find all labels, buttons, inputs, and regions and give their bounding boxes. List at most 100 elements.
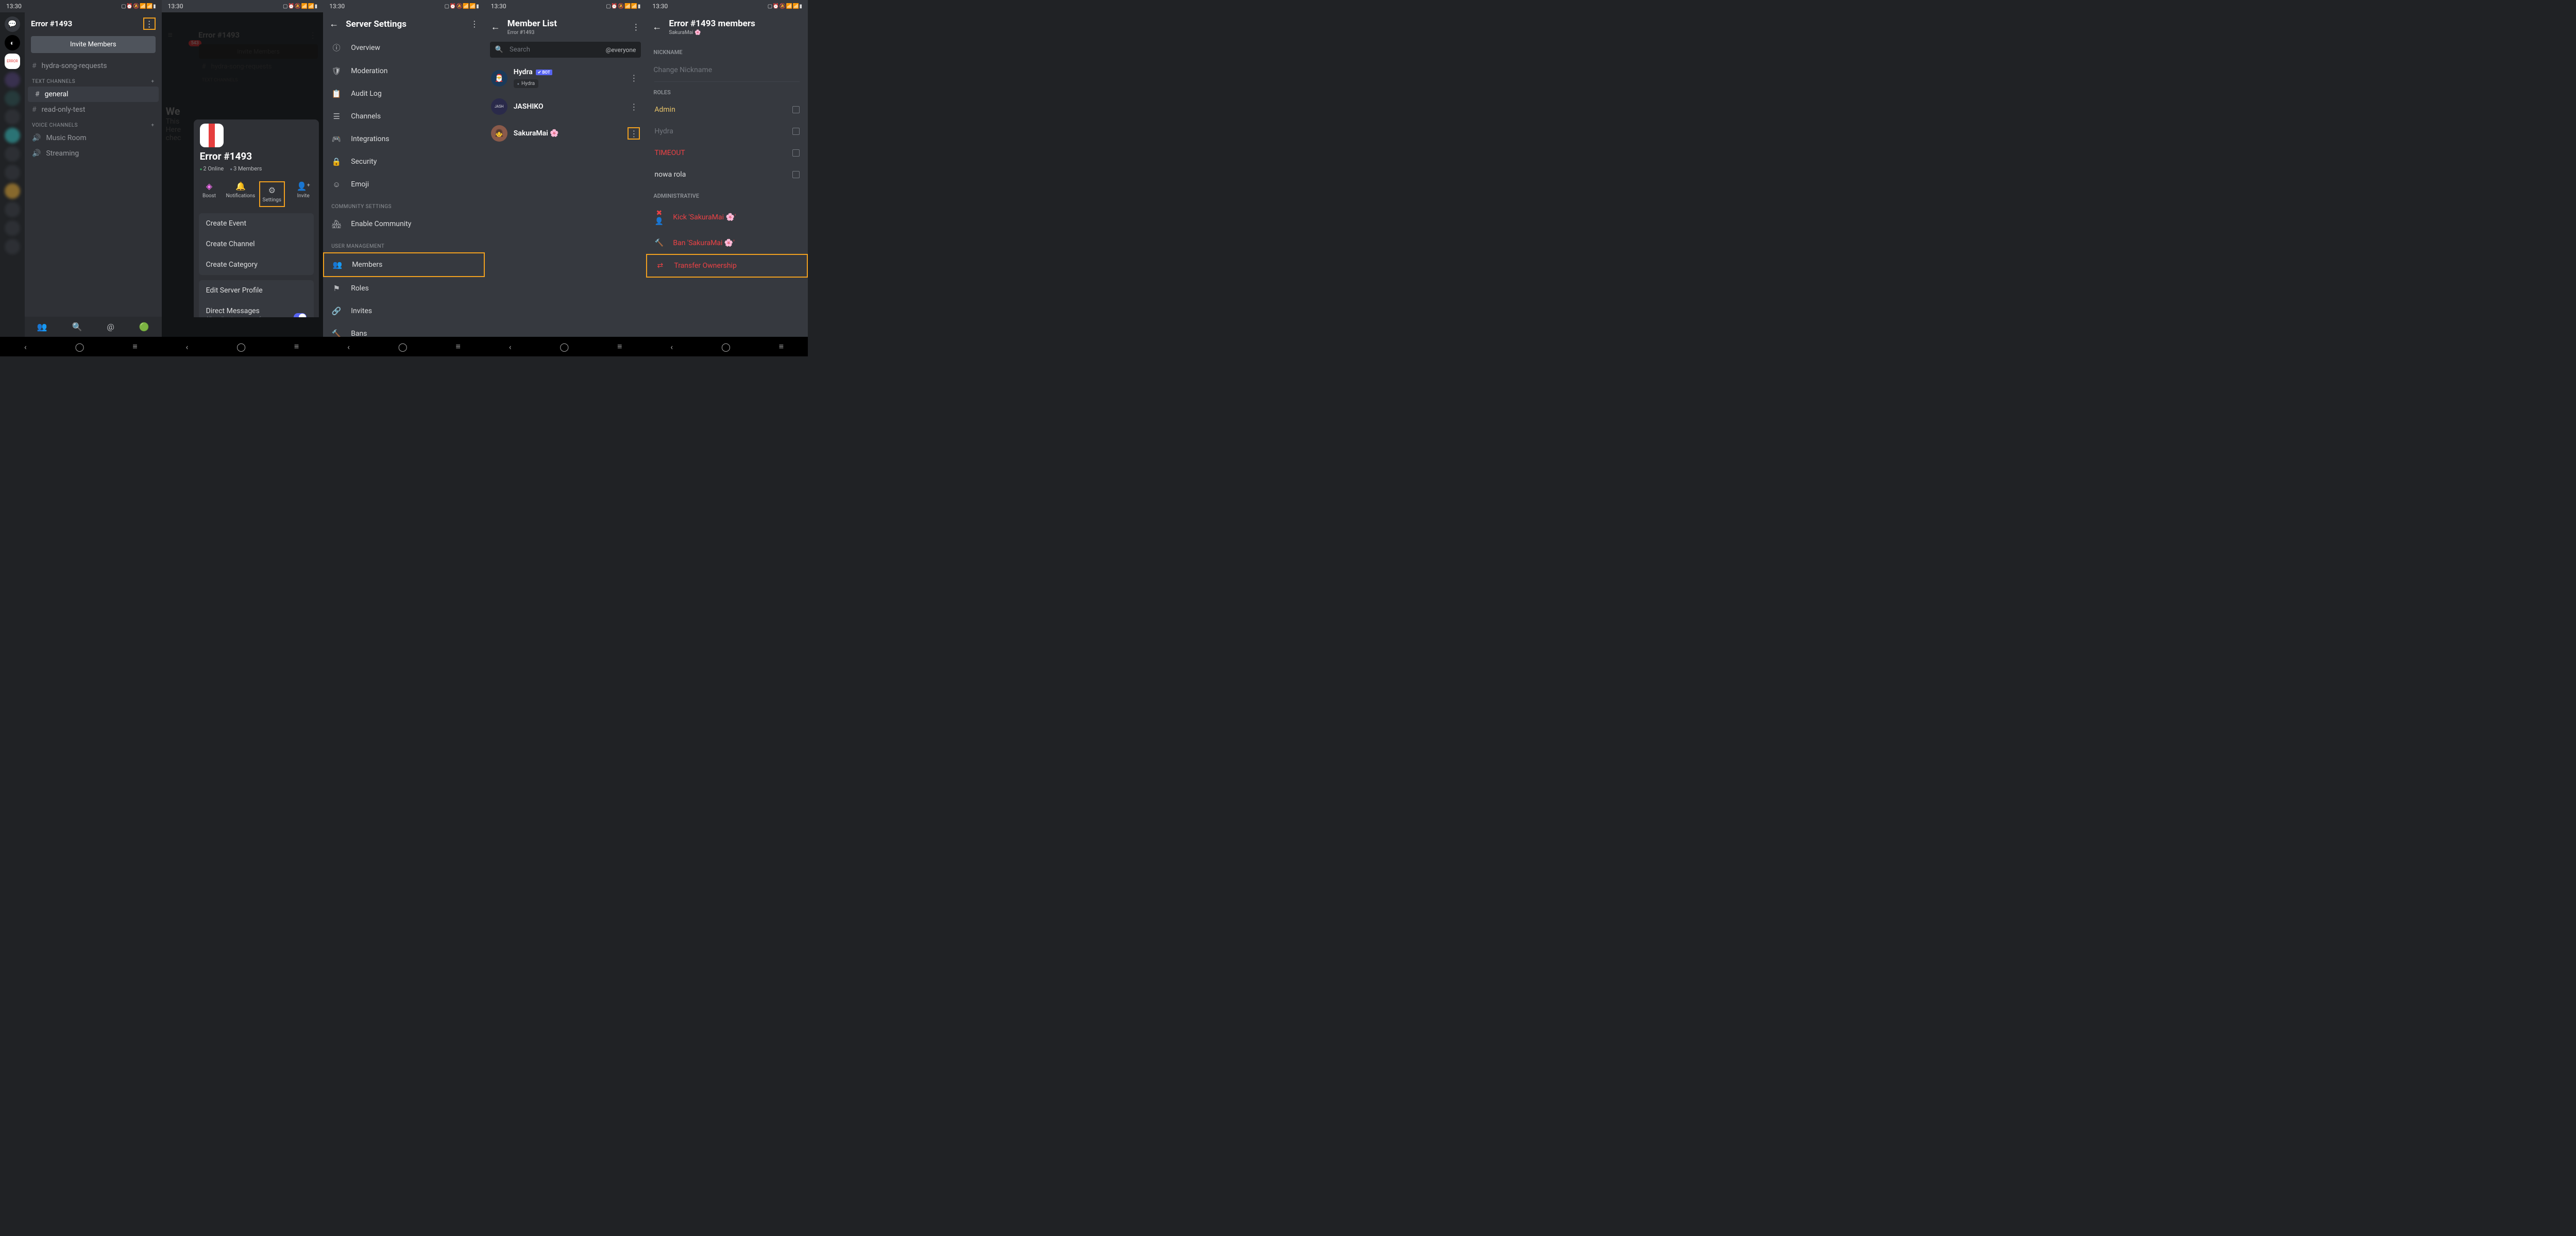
server-rail: 💬 ◐ ERROR [0, 12, 25, 337]
server-item[interactable] [5, 72, 20, 88]
role-admin[interactable]: Admin [646, 99, 808, 121]
status-icons: ▢ ⏰ 🔕 📶 📶 ▮ [445, 4, 479, 9]
nav-home[interactable]: ◯ [560, 342, 569, 352]
bottom-tabs: 👥 🔍 @ 🟢 [25, 317, 162, 337]
voice-music-room[interactable]: 🔊 Music Room [25, 130, 162, 146]
emoji-row[interactable]: ☺Emoji [323, 173, 485, 196]
audit-row[interactable]: 📋Audit Log [323, 82, 485, 105]
add-channel-button[interactable]: + [151, 79, 154, 84]
members-icon: 👥 [332, 260, 343, 269]
server-item[interactable] [5, 128, 20, 143]
role-timeout[interactable]: TIMEOUT [646, 142, 808, 164]
nav-recent[interactable]: ≡ [294, 341, 299, 352]
nav-home[interactable]: ◯ [236, 342, 246, 352]
server-item[interactable]: ◐ [5, 35, 20, 50]
clock: 13:30 [329, 3, 345, 10]
invite-members-button[interactable]: Invite Members [31, 36, 156, 53]
dm-icon[interactable]: 💬 [5, 16, 20, 32]
enable-community-row[interactable]: 🏘Enable Community [323, 213, 485, 235]
ban-button[interactable]: 🔨 Ban 'SakuraMai 🌸' [646, 232, 808, 254]
back-button[interactable]: ← [329, 19, 338, 29]
profile-tab[interactable]: 🟢 [139, 322, 149, 332]
role-chip: Hydra [514, 79, 538, 88]
integrations-row[interactable]: 🎮Integrations [323, 128, 485, 150]
hash-icon: # [35, 90, 40, 98]
moderation-row[interactable]: 🛡Moderation [323, 60, 485, 82]
server-item[interactable] [5, 146, 20, 162]
checkbox[interactable] [792, 171, 800, 178]
nav-home[interactable]: ◯ [75, 342, 84, 352]
channel-readonly[interactable]: # read-only-test [25, 102, 162, 117]
hammer-icon: 🔨 [654, 239, 664, 247]
nav-back[interactable]: ‹ [186, 342, 189, 352]
server-item[interactable] [5, 165, 20, 180]
member-sakura[interactable]: 👧 SakuraMai 🌸 ⋮ [485, 120, 647, 147]
notifications-button[interactable]: 🔔 Notifications [228, 181, 253, 207]
overview-row[interactable]: ⓘOverview [323, 36, 485, 60]
transfer-ownership-button[interactable]: ⇄ Transfer Ownership [646, 254, 808, 278]
section-text-channels: TEXT CHANNELS [32, 79, 75, 84]
back-button[interactable]: ← [491, 22, 500, 32]
role-nowa[interactable]: nowa rola [646, 164, 808, 185]
security-row[interactable]: 🔒Security [323, 150, 485, 173]
members-row[interactable]: 👥Members [323, 252, 485, 277]
community-header: COMMUNITY SETTINGS [323, 196, 485, 213]
invite-button[interactable]: 👤⁺ Invite [291, 181, 316, 207]
channels-row[interactable]: ☰Channels [323, 105, 485, 128]
roles-row[interactable]: ⚑Roles [323, 277, 485, 300]
member-more-button[interactable]: ⋮ [628, 72, 640, 84]
nav-recent[interactable]: ≡ [456, 341, 461, 352]
nav-back[interactable]: ‹ [509, 342, 512, 352]
voice-streaming[interactable]: 🔊 Streaming [25, 146, 162, 161]
nickname-input[interactable]: Change Nickname [646, 59, 808, 81]
mention-everyone[interactable]: @everyone [606, 46, 636, 54]
create-channel-button[interactable]: Create Channel [199, 234, 314, 254]
bans-row[interactable]: 🔨Bans [323, 322, 485, 337]
server-item[interactable] [5, 220, 20, 236]
add-voice-button[interactable]: + [151, 123, 154, 128]
nav-recent[interactable]: ≡ [779, 341, 784, 352]
server-item-error1493[interactable]: ERROR [5, 54, 20, 69]
channel-general[interactable]: # general [28, 87, 159, 102]
status-icons: ▢ ⏰ 🔕 📶 📶 ▮ [283, 4, 317, 9]
invites-row[interactable]: 🔗Invites [323, 300, 485, 322]
search-input[interactable]: 🔍 Search @everyone [490, 42, 641, 58]
nav-home[interactable]: ◯ [398, 342, 408, 352]
role-hydra[interactable]: Hydra [646, 121, 808, 142]
nav-back[interactable]: ‹ [670, 342, 673, 352]
member-hydra[interactable]: 🎅 Hydra ✔ BOT Hydra ⋮ [485, 63, 647, 93]
kick-button[interactable]: ✖👤 Kick 'SakuraMai 🌸' [646, 202, 808, 232]
member-jashiko[interactable]: JASH JASHIKO ⋮ [485, 93, 647, 120]
checkbox[interactable] [792, 106, 800, 113]
channel-hydra-requests[interactable]: # hydra-song-requests [25, 58, 162, 74]
server-item[interactable] [5, 239, 20, 254]
more-button[interactable]: ⋮ [470, 19, 479, 29]
back-button[interactable]: ← [652, 22, 662, 32]
member-name-label: SakuraMai 🌸 [514, 129, 559, 138]
mentions-tab[interactable]: @ [107, 322, 114, 332]
server-menu-button[interactable]: ⋮ [143, 18, 156, 30]
edit-server-profile-button[interactable]: Edit Server Profile [199, 280, 314, 301]
boost-button[interactable]: ◈ Boost [196, 181, 222, 207]
server-item[interactable] [5, 109, 20, 125]
settings-button[interactable]: ⚙ Settings [259, 181, 285, 207]
checkbox[interactable] [792, 128, 800, 135]
member-more-button[interactable]: ⋮ [628, 100, 640, 113]
boost-icon: ◈ [206, 181, 212, 191]
search-tab[interactable]: 🔍 [72, 322, 82, 332]
friends-tab[interactable]: 👥 [37, 322, 47, 332]
more-button[interactable]: ⋮ [632, 22, 640, 32]
create-category-button[interactable]: Create Category [199, 254, 314, 275]
server-item[interactable] [5, 202, 20, 217]
dm-toggle[interactable] [294, 313, 307, 317]
server-item[interactable] [5, 91, 20, 106]
nav-back[interactable]: ‹ [347, 342, 350, 352]
nav-home[interactable]: ◯ [721, 342, 731, 352]
create-event-button[interactable]: Create Event [199, 213, 314, 234]
nav-recent[interactable]: ≡ [132, 341, 137, 352]
checkbox[interactable] [792, 149, 800, 157]
nav-recent[interactable]: ≡ [617, 341, 622, 352]
member-more-button[interactable]: ⋮ [628, 127, 640, 140]
nav-back[interactable]: ‹ [24, 342, 27, 352]
server-item[interactable] [5, 183, 20, 199]
